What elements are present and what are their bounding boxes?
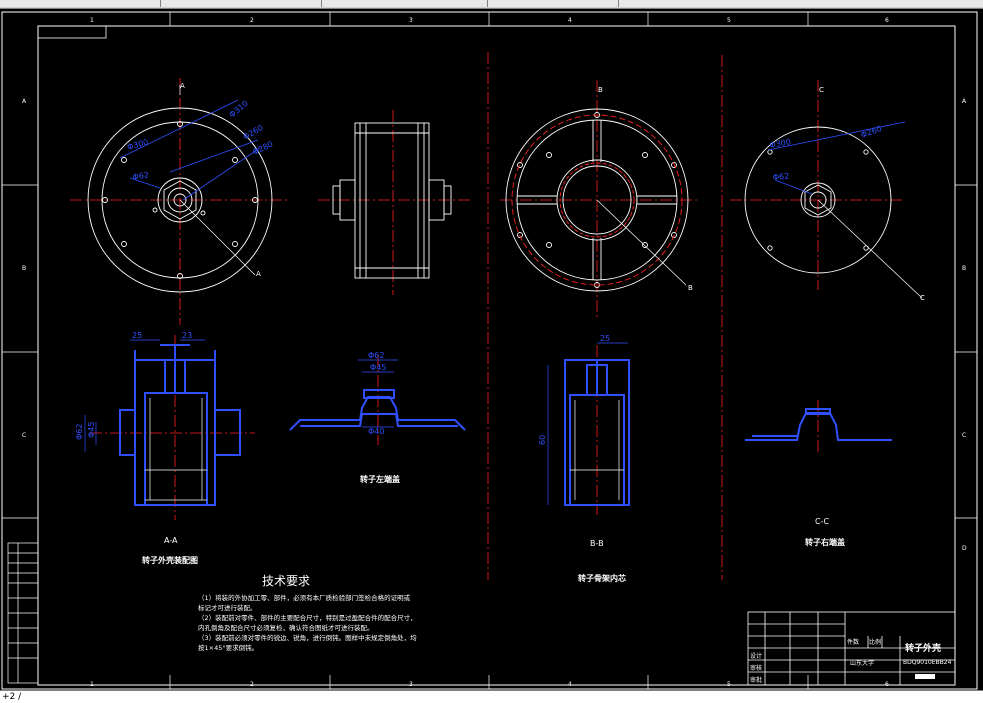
col-number: 4 <box>568 681 572 688</box>
col-number: 2 <box>250 681 254 688</box>
cut-label-a: A <box>256 270 261 278</box>
row-letter: C <box>962 432 966 439</box>
svg-text:Φ40: Φ40 <box>368 427 384 436</box>
col-number: 2 <box>250 17 254 24</box>
svg-text:Φ300: Φ300 <box>769 137 792 150</box>
requirement-line: （3）装配前必须对零件的锐边、锐角，进行倒钝。图样中未规定倒角处，均 <box>198 633 417 642</box>
drawing-number: BDQ9010EBB24 <box>903 659 952 666</box>
cut-label-a: A <box>180 82 185 90</box>
dim-text-left-end-cap: Φ62 Φ45 Φ40 <box>368 351 386 436</box>
section-label-a: A-A <box>164 536 178 545</box>
svg-text:Φ62: Φ62 <box>132 170 150 182</box>
zone-labels: 1 2 3 4 5 6 1 2 3 4 5 6 A B C A B C D <box>22 17 967 688</box>
row-letter: D <box>962 545 967 552</box>
svg-text:Φ300: Φ300 <box>126 138 149 152</box>
row-letter: A <box>962 98 967 105</box>
section-a-assembly <box>119 344 241 506</box>
col-number: 1 <box>90 17 94 24</box>
svg-text:Φ280: Φ280 <box>251 140 274 157</box>
section-caption-b: 转子骨架内芯 <box>578 573 626 583</box>
requirements-list: （1）将装的外协加工零、部件，必须有本厂质检验部门签检合格的证明或 标记才可进行… <box>198 593 417 652</box>
section-a-inner <box>145 398 207 501</box>
center-lines <box>70 52 905 580</box>
svg-text:Φ310: Φ310 <box>228 99 250 120</box>
section-label-b: B-B <box>590 539 604 548</box>
row-label: 审批 <box>750 676 762 684</box>
requirement-line: 内孔倒角及配合尺寸必须复检，确认符合图纸才可进行装配。 <box>198 623 374 632</box>
command-line[interactable]: +2 / <box>0 690 983 703</box>
col-number: 5 <box>727 681 731 688</box>
side-view-rotor <box>332 122 452 279</box>
col-number: 4 <box>568 17 572 24</box>
dim-text-view-4: Φ260 Φ300 Φ62 <box>769 124 883 182</box>
ratio-label: 比例 <box>869 638 881 646</box>
col-number: 6 <box>885 17 889 24</box>
row-letter: A <box>22 98 27 105</box>
dim-text-section-b: 60 25 <box>538 334 610 445</box>
part-name: 转子外壳 <box>905 642 941 654</box>
left-end-cap-caption: 转子左端盖 <box>360 474 400 484</box>
svg-text:Φ45: Φ45 <box>370 363 386 372</box>
svg-text:Φ62: Φ62 <box>368 351 384 360</box>
dims-view-1 <box>119 99 261 201</box>
section-caption-a: 转子外壳装配图 <box>142 555 198 565</box>
requirement-line: 按1×45°要求倒钝。 <box>198 643 258 652</box>
svg-text:25: 25 <box>132 331 142 340</box>
title-block-mark <box>915 674 935 679</box>
left-margin-table <box>7 542 39 684</box>
row-letter: C <box>22 432 26 439</box>
right-end-cap-profile <box>745 408 892 441</box>
svg-text:25: 25 <box>600 334 610 343</box>
section-label-c: C-C <box>815 517 829 526</box>
corner-box <box>37 25 107 39</box>
col-number: 6 <box>885 681 889 688</box>
svg-text:23: 23 <box>182 331 192 340</box>
cad-drawing-canvas[interactable]: 1 2 3 4 5 6 1 2 3 4 5 6 A B C A B C D Φ3… <box>0 0 983 690</box>
svg-text:Φ260: Φ260 <box>242 123 265 142</box>
col-number: 3 <box>409 681 413 688</box>
cut-label-b: B <box>688 284 693 292</box>
svg-text:Φ260: Φ260 <box>860 124 883 140</box>
cut-line-a <box>179 85 256 276</box>
school-name: 山东大学 <box>850 659 874 667</box>
svg-text:Φ62: Φ62 <box>75 424 84 440</box>
qty-label: 件数 <box>847 638 859 646</box>
requirement-line: 标记才可进行装配。 <box>198 603 257 612</box>
col-number: 3 <box>409 17 413 24</box>
requirement-line: （1）将装的外协加工零、部件，必须有本厂质检验部门签检合格的证明或 <box>198 593 411 602</box>
cut-label-b: B <box>598 86 603 94</box>
svg-text:Φ45: Φ45 <box>87 422 96 438</box>
col-number: 1 <box>90 681 94 688</box>
row-label: 设计 <box>750 652 762 660</box>
section-caption-c: 转子右端盖 <box>805 537 845 547</box>
svg-text:60: 60 <box>538 435 547 445</box>
row-label: 审核 <box>750 664 762 672</box>
svg-text:Φ62: Φ62 <box>772 172 789 182</box>
cut-label-c: C <box>920 294 925 302</box>
command-prompt: +2 / <box>2 692 22 702</box>
cut-label-c: C <box>819 86 824 94</box>
row-letter: B <box>962 265 966 272</box>
row-letter: B <box>22 265 26 272</box>
col-number: 5 <box>727 17 731 24</box>
cut-line-c <box>817 199 923 299</box>
requirements-title: 技术要求 <box>262 574 310 588</box>
requirement-line: （2）装配前对零件、部件的主要配合尺寸，特别是过盈配合件的配合尺寸， <box>198 613 417 622</box>
left-end-cap-profile <box>289 389 466 431</box>
